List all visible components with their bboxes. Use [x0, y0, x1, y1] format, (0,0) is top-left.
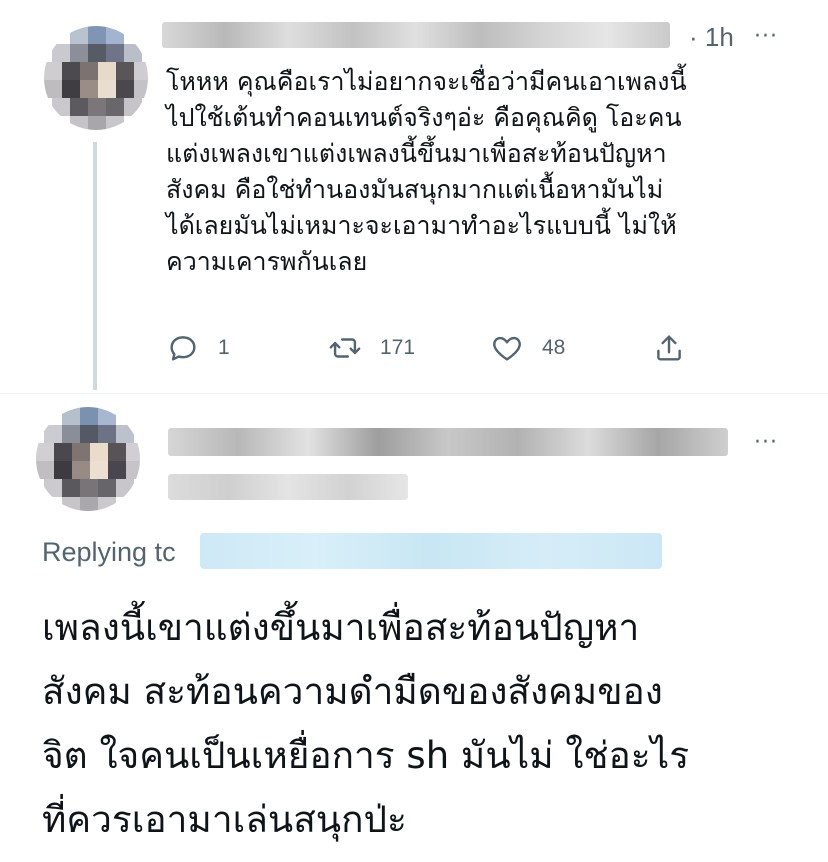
share-button[interactable]	[652, 328, 686, 368]
original-tweet[interactable]: · 1h ··· โหหห คุณคือเราไม่อยากจะเชื่อว่า…	[0, 0, 828, 395]
retweet-button[interactable]: 171	[328, 328, 415, 368]
username-redacted[interactable]	[168, 474, 408, 500]
tweet-actions: 1 171 48	[166, 328, 706, 368]
replying-to-label: Replying tc	[42, 537, 176, 567]
more-options-icon[interactable]: ···	[754, 24, 778, 49]
reply-icon	[170, 336, 196, 361]
avatar[interactable]	[36, 407, 140, 511]
share-icon	[657, 335, 681, 361]
timestamp[interactable]: · 1h	[689, 22, 734, 53]
reply-count: 1	[218, 336, 230, 359]
retweet-icon	[329, 338, 361, 358]
display-name-redacted[interactable]	[168, 428, 728, 456]
replying-to-mention-redacted[interactable]	[200, 533, 662, 569]
more-options-icon[interactable]: ···	[754, 430, 778, 455]
display-name-redacted[interactable]	[162, 22, 670, 48]
avatar[interactable]	[44, 26, 148, 130]
like-button[interactable]: 48	[490, 328, 565, 368]
reply-button[interactable]: 1	[166, 328, 230, 368]
like-icon	[493, 336, 521, 361]
divider	[0, 393, 828, 394]
retweet-count: 171	[380, 336, 416, 359]
tweet-text: โหหห คุณคือเราไม่อยากจะเชื่อว่ามีคนเอาเพ…	[166, 67, 687, 276]
reply-text: เพลงนี้เขาแต่งขึ้นมาเพื่อสะท้อนปัญหา สัง…	[42, 606, 690, 841]
thread-line	[93, 142, 97, 390]
like-count: 48	[542, 336, 566, 359]
